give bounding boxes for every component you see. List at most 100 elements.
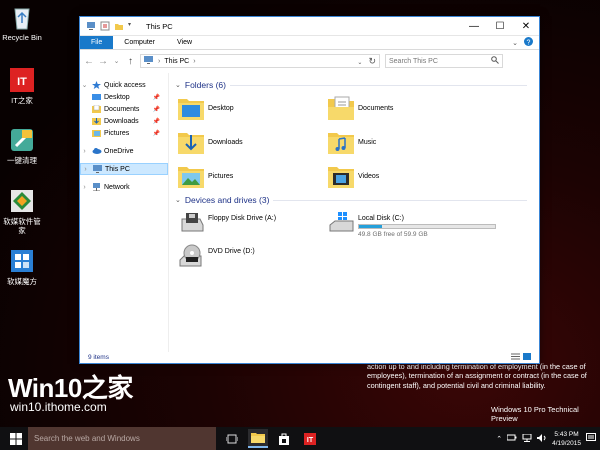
up-button[interactable]: ↑ (126, 56, 135, 67)
nav-item-desktop[interactable]: Desktop 📌 (80, 91, 168, 103)
drive-label: Floppy Disk Drive (A:) (208, 215, 277, 222)
legal-line: employees), termination of an assignment… (367, 371, 587, 380)
nav-item-label: Desktop (104, 93, 130, 101)
explorer-window: ▾ This PC — ☐ ✕ File Computer View ⌄ ? ←… (79, 16, 540, 364)
computer-icon (144, 56, 154, 66)
dropdown-chevron-icon[interactable]: ⌄ (357, 60, 362, 66)
drive-item[interactable]: DVD Drive (D:) (179, 244, 329, 271)
nav-item-downloads[interactable]: Downloads 📌 (80, 115, 168, 127)
recent-locations-icon[interactable]: ⌄ (112, 57, 121, 65)
desktop-icon-ithome[interactable]: IT IT之家 (0, 66, 44, 105)
collapse-arrow-icon[interactable]: ⌄ (175, 196, 181, 204)
tab-computer[interactable]: Computer (113, 36, 166, 49)
group-divider (273, 199, 527, 201)
nav-item-network[interactable]: › Network (80, 181, 168, 193)
desktop-icon-software-manager[interactable]: 软媒软件管家 (0, 187, 44, 235)
group-title: Folders (6) (184, 80, 226, 90)
desktop-icon-cleanup[interactable]: 一键清理 (0, 126, 44, 165)
expand-arrow-icon[interactable]: › (80, 184, 89, 191)
desktop-folder-icon (92, 93, 101, 101)
task-view-button[interactable] (222, 429, 242, 448)
recycle-bin-icon (8, 3, 36, 31)
back-button[interactable]: ← (84, 56, 94, 67)
pin-icon[interactable]: 📌 (153, 94, 160, 101)
drive-item[interactable]: Local Disk (C:) 49.8 GB free of 59.9 GB (329, 211, 496, 238)
expand-arrow-icon[interactable]: › (81, 166, 90, 173)
breadcrumb[interactable]: › This PC › ⌄ ↻ (140, 54, 380, 68)
nav-item-this-pc[interactable]: › This PC (80, 163, 168, 175)
item-count: 9 items (88, 354, 109, 361)
battery-icon[interactable] (506, 434, 517, 443)
folder-item[interactable]: Pictures (177, 163, 327, 189)
disk-usage-fill (359, 225, 383, 228)
breadcrumb-separator: › (158, 57, 161, 65)
legal-line: contingent staff), and potential civil a… (367, 380, 546, 390)
folder-item[interactable]: Desktop (177, 95, 327, 121)
pin-icon[interactable]: 📌 (153, 130, 160, 137)
content-pane: ⌄ Folders (6) Desktop Documents Download… (169, 73, 539, 352)
desktop-folder-icon (177, 95, 205, 121)
breadcrumb-item[interactable]: This PC (164, 58, 189, 65)
folder-item[interactable]: Documents (327, 95, 477, 121)
forward-button[interactable]: → (98, 56, 108, 67)
window-title: This PC (146, 21, 173, 31)
properties-icon[interactable] (100, 21, 110, 31)
large-icons-view-icon[interactable] (523, 353, 531, 362)
collapse-arrow-icon[interactable]: ⌄ (175, 81, 181, 89)
floppy-drive-icon (179, 211, 205, 237)
taskbar: Search the web and Windows IT ⌃ 5:43 PM … (0, 427, 600, 450)
nav-item-label: Network (104, 183, 130, 191)
close-button[interactable]: ✕ (513, 17, 539, 35)
drives-group-header[interactable]: ⌄ Devices and drives (3) (175, 193, 539, 207)
details-view-icon[interactable] (511, 353, 520, 362)
computer-icon (86, 21, 96, 31)
network-icon[interactable] (522, 433, 532, 444)
expand-arrow-icon[interactable]: › (80, 148, 89, 155)
title-bar: ▾ This PC — ☐ ✕ (80, 17, 539, 36)
folder-item[interactable]: Downloads (177, 129, 327, 155)
nav-item-quick-access[interactable]: ⌄ Quick access (80, 79, 168, 91)
desktop-icon-rubik[interactable]: 软媒魔方 (0, 247, 44, 286)
address-bar-row: ← → ⌄ ↑ › This PC › ⌄ ↻ Search This PC (80, 50, 539, 72)
ithome-taskbar-icon[interactable]: IT (300, 429, 320, 448)
search-input[interactable]: Search This PC (385, 54, 503, 68)
folder-item[interactable]: Videos (327, 163, 477, 189)
edition-text: Windows 10 Pro Technical Preview (491, 405, 579, 423)
nav-item-onedrive[interactable]: › OneDrive (80, 145, 168, 157)
pin-icon[interactable]: 📌 (153, 106, 160, 113)
nav-item-documents[interactable]: Documents 📌 (80, 103, 168, 115)
folders-group-header[interactable]: ⌄ Folders (6) (175, 78, 539, 92)
tab-view[interactable]: View (166, 36, 203, 49)
desktop-icon-label: 软媒软件管家 (3, 217, 41, 235)
nav-item-pictures[interactable]: Pictures 📌 (80, 127, 168, 139)
computer-icon (93, 165, 102, 173)
taskbar-search-input[interactable]: Search the web and Windows (28, 427, 216, 450)
chevron-down-icon[interactable]: ▾ (128, 21, 138, 31)
tab-file[interactable]: File (80, 36, 114, 49)
new-folder-icon[interactable] (114, 21, 124, 31)
expand-arrow-icon[interactable]: ⌄ (80, 81, 89, 89)
chevron-up-icon[interactable]: ⌃ (496, 435, 502, 443)
volume-icon[interactable] (537, 433, 547, 444)
breadcrumb-separator: › (193, 57, 196, 65)
store-taskbar-icon[interactable] (274, 429, 294, 448)
folder-label: Documents (358, 104, 394, 112)
pin-icon[interactable]: 📌 (153, 118, 160, 125)
folder-item[interactable]: Music (327, 129, 477, 155)
file-explorer-taskbar-icon[interactable] (248, 429, 268, 448)
documents-folder-icon (92, 104, 101, 113)
minimize-button[interactable]: — (461, 17, 487, 35)
desktop-icon-recycle-bin[interactable]: Recycle Bin (0, 3, 44, 42)
help-icon[interactable]: ? (524, 37, 533, 48)
notifications-icon[interactable] (586, 433, 596, 444)
maximize-button[interactable]: ☐ (487, 17, 513, 35)
start-button[interactable] (6, 429, 26, 448)
drive-label: Local Disk (C:) (358, 215, 404, 222)
expand-ribbon-icon[interactable]: ⌄ (512, 39, 518, 47)
nav-item-label: Quick access (104, 81, 146, 89)
refresh-icon[interactable]: ⌄ ↻ (357, 56, 376, 67)
drive-item[interactable]: Floppy Disk Drive (A:) (179, 211, 329, 238)
clock[interactable]: 5:43 PM 4/19/2015 (552, 430, 581, 448)
nav-item-label: Documents (104, 105, 140, 113)
group-title: Devices and drives (3) (184, 195, 270, 205)
